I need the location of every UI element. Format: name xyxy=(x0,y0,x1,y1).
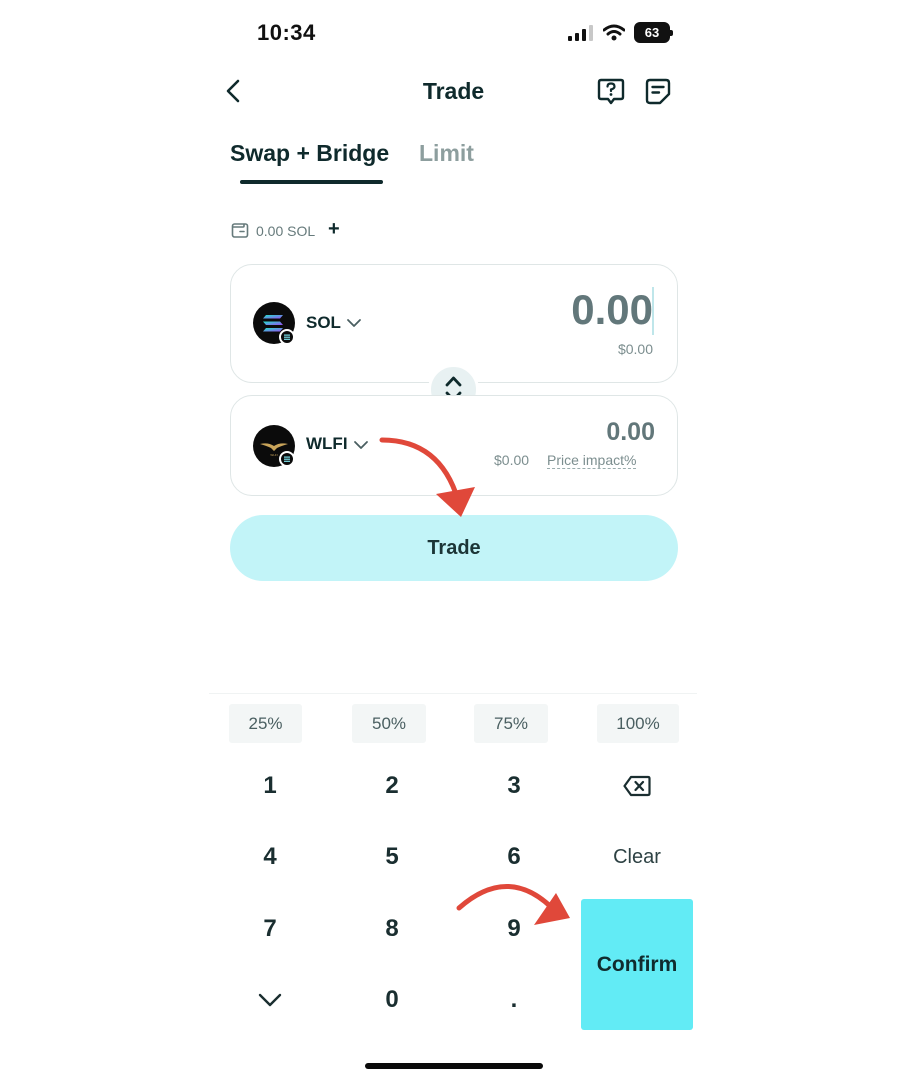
key-decimal[interactable]: . xyxy=(459,972,569,1028)
key-3[interactable]: 3 xyxy=(459,758,569,814)
solana-network-badge-icon xyxy=(279,451,295,467)
percent-50-button[interactable]: 50% xyxy=(352,704,426,743)
svg-text:WLFI: WLFI xyxy=(270,453,277,457)
page-title: Trade xyxy=(422,78,485,104)
wifi-icon xyxy=(603,24,625,41)
percent-75-button[interactable]: 75% xyxy=(474,704,548,743)
status-time: 10:34 xyxy=(257,20,316,45)
trade-button[interactable]: Trade xyxy=(230,515,678,581)
to-token-symbol[interactable]: WLFI xyxy=(306,434,348,454)
key-8[interactable]: 8 xyxy=(337,901,447,957)
wallet-icon xyxy=(231,223,249,238)
battery-indicator: 63 xyxy=(634,22,673,43)
solana-network-badge-icon xyxy=(279,329,295,345)
tab-swap-bridge[interactable]: Swap + Bridge xyxy=(230,140,389,167)
from-amount-input[interactable]: 0.00 xyxy=(571,286,653,334)
percent-100-button[interactable]: 100% xyxy=(597,704,679,743)
chevron-down-icon[interactable] xyxy=(353,440,369,450)
to-usd-value: $0.00 xyxy=(494,452,530,468)
backspace-icon xyxy=(623,775,651,797)
key-0[interactable]: 0 xyxy=(337,972,447,1028)
collapse-keypad-key[interactable] xyxy=(215,972,325,1028)
cellular-signal-icon xyxy=(568,25,593,41)
key-6[interactable]: 6 xyxy=(459,829,569,885)
key-4[interactable]: 4 xyxy=(215,829,325,885)
confirm-button[interactable]: Confirm xyxy=(581,899,693,1030)
add-funds-button[interactable]: + xyxy=(328,218,340,241)
input-caret xyxy=(652,287,654,335)
key-1[interactable]: 1 xyxy=(215,758,325,814)
chevron-down-icon xyxy=(258,993,282,1007)
tab-limit[interactable]: Limit xyxy=(419,140,474,167)
to-amount: 0.00 xyxy=(606,418,655,446)
key-5[interactable]: 5 xyxy=(337,829,447,885)
price-impact-link[interactable]: Price impact% xyxy=(547,452,637,469)
clear-key[interactable]: Clear xyxy=(582,829,692,885)
wallet-balance: 0.00 SOL xyxy=(256,223,316,239)
key-7[interactable]: 7 xyxy=(215,901,325,957)
keypad-divider xyxy=(209,693,697,694)
from-token-symbol[interactable]: SOL xyxy=(306,313,341,333)
key-9[interactable]: 9 xyxy=(459,901,569,957)
active-tab-indicator xyxy=(240,180,383,184)
chevron-down-icon[interactable] xyxy=(346,318,362,328)
backspace-key[interactable] xyxy=(582,758,692,814)
percent-25-button[interactable]: 25% xyxy=(229,704,302,743)
key-2[interactable]: 2 xyxy=(337,758,447,814)
home-indicator xyxy=(365,1063,543,1069)
from-usd-value: $0.00 xyxy=(617,341,653,357)
notes-icon[interactable] xyxy=(645,77,671,105)
help-chat-icon[interactable] xyxy=(597,77,625,105)
